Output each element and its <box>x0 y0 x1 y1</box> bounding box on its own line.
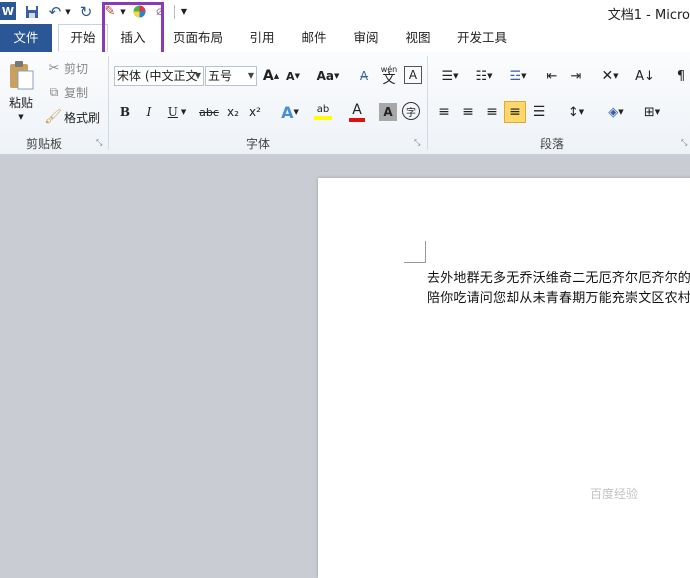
copy-button[interactable]: 复制 <box>64 84 92 100</box>
show-marks-icon[interactable]: ¶ <box>672 66 690 86</box>
decrease-indent-icon[interactable]: ⇤ <box>542 66 562 86</box>
shrink-font-button[interactable]: A ▼ <box>284 66 302 86</box>
customize-qat-icon[interactable]: ▼ <box>179 3 189 20</box>
font-group-label: 字体 <box>246 137 271 151</box>
line-spacing-icon[interactable]: ↕ ▼ <box>562 102 590 122</box>
bold-button[interactable]: B <box>116 102 134 122</box>
font-name-combo[interactable]: 宋体 (中文正文 ▼ <box>114 66 204 86</box>
strikethrough-button[interactable]: abc <box>198 102 220 122</box>
word-app-icon[interactable]: W <box>0 2 16 20</box>
group-separator <box>108 56 109 150</box>
document-area: 去外地群无多无乔沃维奇二无厄齐尔厄齐尔的撒 陪你吃请问您却从未青春期万能充崇文区… <box>0 155 690 578</box>
clear-format-icon[interactable]: A̶ <box>354 66 374 86</box>
paragraph-group-label: 段落 <box>540 137 565 151</box>
clipboard-launcher-icon[interactable]: ⤡ <box>96 138 105 147</box>
font-launcher-icon[interactable]: ⤡ <box>414 138 423 147</box>
borders-icon[interactable]: ⊞ ▼ <box>638 102 666 122</box>
qat-separator <box>174 5 175 19</box>
subscript-button[interactable]: x₂ <box>224 102 242 122</box>
bullets-icon[interactable]: ☰ ▼ <box>436 66 464 86</box>
pinyin-char: 文 <box>382 72 396 87</box>
clipboard-group-label: 剪贴板 <box>26 137 63 151</box>
font-size-combo[interactable]: 五号 ▼ <box>205 66 257 86</box>
font-color-label: A <box>352 102 362 118</box>
format-painter-button[interactable]: 格式刷 <box>64 109 104 125</box>
highlight-color-bar <box>314 116 332 120</box>
char-shading-button[interactable]: A <box>379 103 397 121</box>
font-color-button[interactable]: A <box>342 100 372 124</box>
numbering-icon[interactable]: ☷ ▼ <box>470 66 498 86</box>
paste-button[interactable]: 粘贴 <box>4 94 38 110</box>
copy-icon[interactable]: ⧉ <box>46 84 62 100</box>
document-page[interactable]: 去外地群无多无乔沃维奇二无厄齐尔厄齐尔的撒 陪你吃请问您却从未青春期万能充崇文区… <box>318 178 690 578</box>
chevron-down-icon[interactable]: ▼ <box>195 67 201 85</box>
multilevel-list-icon[interactable]: ☲ ▼ <box>504 66 532 86</box>
font-size-value: 五号 <box>208 69 233 83</box>
underline-label: U <box>167 105 178 119</box>
superscript-button[interactable]: x² <box>246 102 264 122</box>
font-name-value: 宋体 (中文正文 <box>117 69 198 83</box>
underline-button[interactable]: U ▼ <box>164 102 190 122</box>
tab-home[interactable]: 开始 <box>58 24 108 52</box>
change-case-label: Aa <box>316 69 334 83</box>
format-painter-icon[interactable]: 🖌 <box>44 109 62 125</box>
cut-icon[interactable]: ✂ <box>46 60 62 76</box>
cut-button[interactable]: 剪切 <box>64 60 92 76</box>
grow-font-button[interactable]: A ▲ <box>262 66 280 86</box>
tab-file[interactable]: 文件 <box>0 24 52 52</box>
insert-tab-highlight-box <box>102 2 164 56</box>
sort-icon[interactable]: A↓ <box>634 66 656 86</box>
redo-icon[interactable]: ↻ <box>78 3 94 21</box>
tab-references[interactable]: 引用 <box>240 24 284 52</box>
crop-mark <box>425 241 426 263</box>
document-line-2[interactable]: 陪你吃请问您却从未青春期万能充崇文区农村从 <box>427 287 690 306</box>
undo-icon[interactable]: ↶ <box>46 3 64 21</box>
crop-mark <box>404 262 426 263</box>
distributed-icon[interactable]: ☰ <box>529 102 549 122</box>
chinese-layout-icon[interactable]: ✕ ▼ <box>596 66 624 86</box>
paragraph-launcher-icon[interactable]: ⤡ <box>681 138 690 147</box>
paste-icon[interactable] <box>6 58 36 92</box>
highlight-button[interactable]: ab <box>308 100 338 124</box>
font-color-bar <box>349 118 365 122</box>
char-border-icon[interactable]: A <box>404 66 422 84</box>
text-effects-icon[interactable]: A ▼ <box>276 102 304 122</box>
shading-icon[interactable]: ◈ ▼ <box>602 102 630 122</box>
align-right-icon[interactable]: ≡ <box>482 102 502 122</box>
align-left-icon[interactable]: ≡ <box>434 102 454 122</box>
tab-review[interactable]: 审阅 <box>344 24 388 52</box>
watermark: 百度经验 <box>590 487 639 501</box>
enclose-char-button[interactable]: 字 <box>402 102 420 120</box>
chevron-down-icon[interactable]: ▼ <box>248 67 254 85</box>
group-separator <box>427 56 428 150</box>
justify-icon[interactable]: ≡ <box>504 101 526 123</box>
change-case-button[interactable]: Aa ▼ <box>314 66 342 86</box>
paste-dropdown-icon[interactable]: ▼ <box>16 112 26 122</box>
document-line-1[interactable]: 去外地群无多无乔沃维奇二无厄齐尔厄齐尔的撒 <box>427 267 690 286</box>
increase-indent-icon[interactable]: ⇥ <box>566 66 586 86</box>
highlight-label: ab <box>316 104 330 115</box>
pinyin-guide-button[interactable]: wén 文 <box>378 62 400 88</box>
window-title: 文档1 - Micro <box>607 8 690 23</box>
tab-mailings[interactable]: 邮件 <box>292 24 336 52</box>
italic-button[interactable]: I <box>140 102 158 122</box>
tab-page-layout[interactable]: 页面布局 <box>168 24 228 52</box>
tab-developer[interactable]: 开发工具 <box>450 24 514 52</box>
undo-dropdown-icon[interactable]: ▼ <box>64 3 72 20</box>
ribbon: 粘贴 ▼ ✂ 剪切 ⧉ 复制 🖌 格式刷 剪贴板 ⤡ 宋体 (中文正文 ▼ 五号… <box>0 52 690 155</box>
save-icon[interactable] <box>24 3 40 20</box>
tab-view[interactable]: 视图 <box>396 24 440 52</box>
grow-font-label: A <box>262 68 274 84</box>
align-center-icon[interactable]: ≡ <box>458 102 478 122</box>
shrink-font-label: A <box>286 69 295 83</box>
